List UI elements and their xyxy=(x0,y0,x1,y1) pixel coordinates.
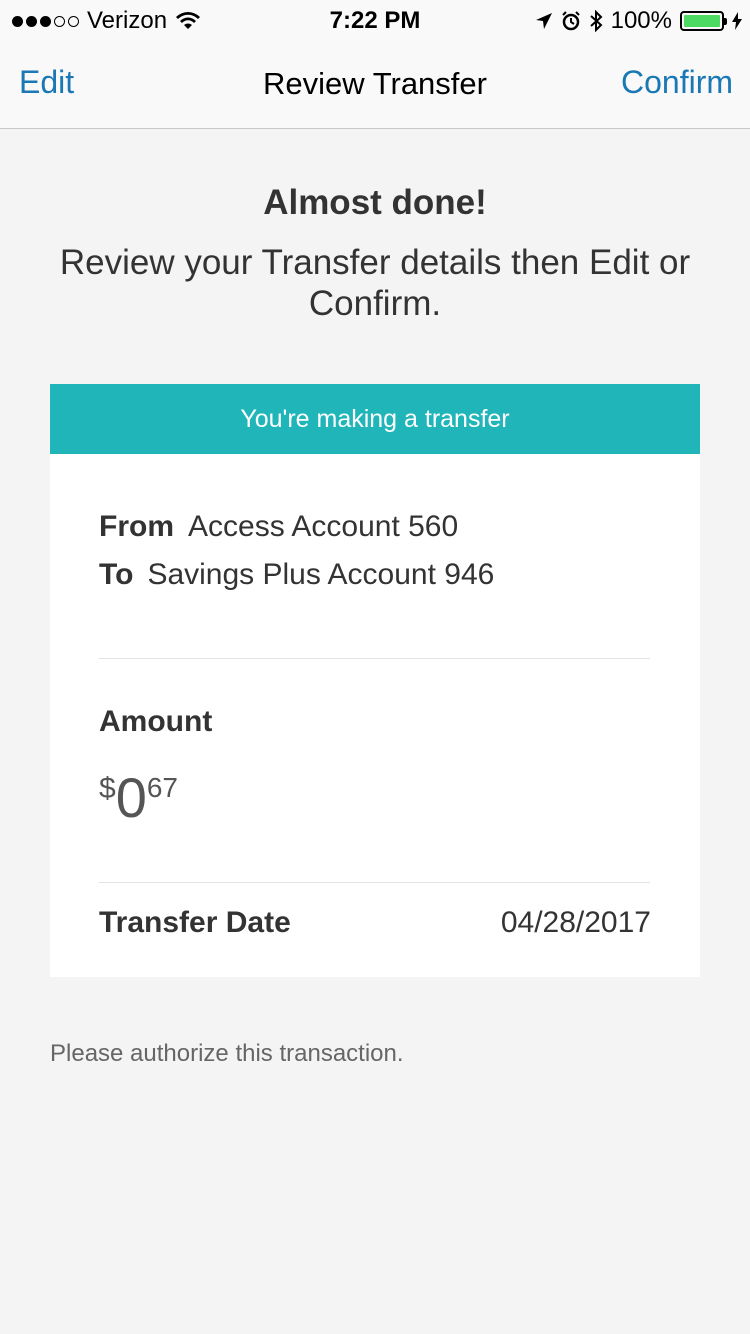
from-value: Access Account 560 xyxy=(188,510,459,543)
from-label: From xyxy=(99,510,174,543)
amount-value: $067 xyxy=(99,770,178,826)
authorization-note: Please authorize this transaction. xyxy=(50,1040,404,1067)
transfer-card: You're making a transfer From Access Acco… xyxy=(50,384,700,977)
to-value: Savings Plus Account 946 xyxy=(147,558,495,591)
nav-bar: Edit Review Transfer Confirm xyxy=(0,40,750,129)
status-right: 100% xyxy=(535,7,742,35)
location-arrow-icon xyxy=(535,13,552,29)
alarm-icon xyxy=(561,11,580,31)
transfer-date-label: Transfer Date xyxy=(99,906,291,939)
amount-cents: 67 xyxy=(146,772,178,803)
amount-currency: $ xyxy=(99,772,116,805)
bluetooth-icon xyxy=(589,10,603,32)
heading: Almost done! xyxy=(263,183,487,222)
charging-bolt-icon xyxy=(732,12,742,30)
divider xyxy=(99,658,650,659)
divider xyxy=(99,882,650,883)
amount-whole: 0 xyxy=(115,766,147,829)
card-header: You're making a transfer xyxy=(50,384,700,454)
transfer-date-value: 04/28/2017 xyxy=(500,906,651,939)
battery-percentage: 100% xyxy=(610,7,672,34)
subheading: Review your Transfer details then Edit o… xyxy=(59,243,691,323)
confirm-button[interactable]: Confirm xyxy=(621,64,733,101)
to-label: To xyxy=(99,558,134,591)
to-row: To Savings Plus Account 946 xyxy=(99,558,494,592)
status-bar: Verizon 7:22 PM 100% xyxy=(0,0,750,40)
amount-label: Amount xyxy=(99,705,213,738)
from-row: From Access Account 560 xyxy=(99,510,458,544)
battery-icon xyxy=(680,11,727,31)
